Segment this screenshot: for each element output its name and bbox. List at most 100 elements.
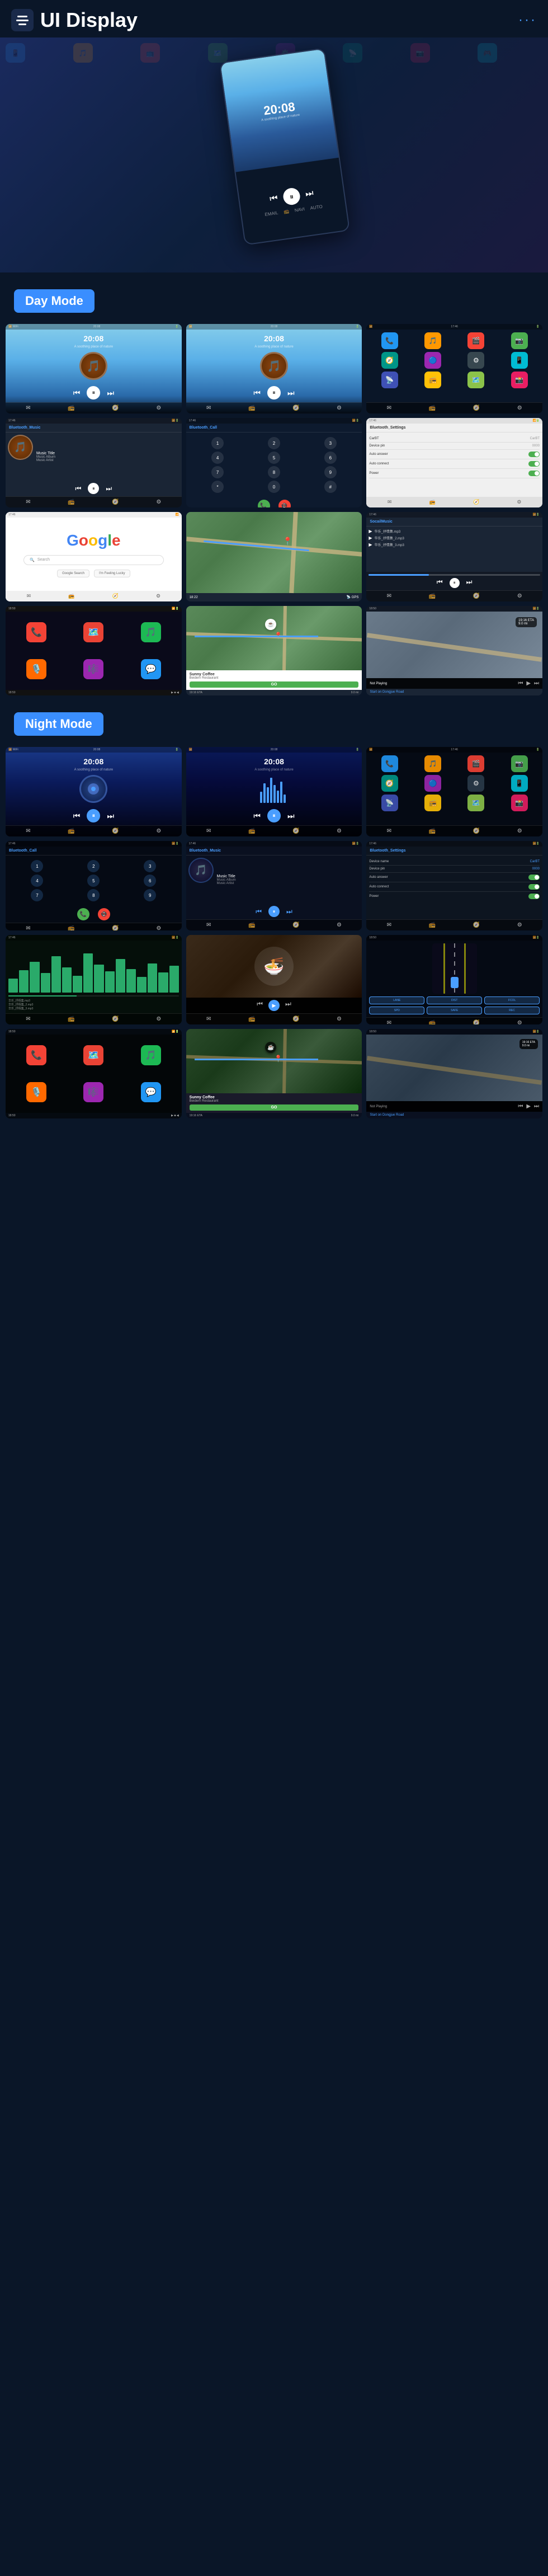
night-app-settings[interactable]: ⚙ — [467, 775, 484, 792]
dial-7[interactable]: 7 — [211, 466, 224, 478]
adas-btn-2[interactable]: DIST — [427, 996, 482, 1004]
night-bt-play[interactable]: ⏸ — [268, 906, 280, 917]
night-play-1[interactable]: ⏸ — [87, 809, 100, 822]
night-power-toggle[interactable] — [528, 894, 540, 899]
app-icon-bt[interactable]: 🔵 — [424, 352, 441, 369]
adas-btn-3[interactable]: FCOL — [484, 996, 540, 1004]
google-search-box[interactable]: 🔍 Search — [23, 555, 163, 565]
night-dial-6[interactable]: 6 — [144, 875, 156, 887]
night-media-play[interactable]: ▶ — [526, 1103, 531, 1110]
play-btn-1[interactable]: ⏸ — [87, 386, 100, 399]
app-icon-music[interactable]: 🎵 — [424, 332, 441, 349]
night-setting-auto-answer[interactable]: Auto answer — [369, 873, 540, 882]
local-next[interactable]: ⏭ — [466, 578, 473, 588]
night-app-camera[interactable]: 📸 — [511, 795, 528, 811]
night-auto-answer-toggle[interactable] — [528, 875, 540, 880]
local-play[interactable]: ⏸ — [450, 578, 460, 588]
night-end-btn[interactable]: 📵 — [98, 908, 110, 920]
local-music-item-3[interactable]: ▶ 华乐_抒情集_3.mp3 — [369, 542, 540, 547]
go-btn[interactable]: GO — [190, 681, 359, 688]
night-app-nav[interactable]: 🧭 — [381, 775, 398, 792]
prev-btn-1[interactable]: ⏮ — [73, 388, 81, 398]
google-search-btn[interactable]: Google Search — [57, 570, 89, 577]
night-setting-power[interactable]: Power — [369, 892, 540, 901]
local-music-item-2[interactable]: ▶ 华乐_抒情集_2.mp3 — [369, 535, 540, 540]
dial-star[interactable]: * — [211, 481, 224, 493]
night-answer-btn[interactable]: 📞 — [77, 908, 89, 920]
stream-next[interactable]: ⏭ — [285, 1000, 291, 1011]
app-icon-apps[interactable]: 📱 — [511, 352, 528, 369]
dial-8[interactable]: 8 — [268, 466, 280, 478]
night-dial-3[interactable]: 3 — [144, 860, 156, 872]
media-play[interactable]: ▶ — [526, 680, 531, 687]
night-bt-next[interactable]: ⏭ — [286, 908, 292, 916]
night-app-photo[interactable]: 📷 — [511, 755, 528, 772]
dial-5[interactable]: 5 — [268, 452, 280, 464]
night-dial-7[interactable]: 7 — [31, 889, 43, 901]
carplay-podcast-icon[interactable]: 🎙️ — [26, 659, 46, 679]
power-toggle[interactable] — [528, 471, 540, 476]
night-setting-auto-connect[interactable]: Auto connect — [369, 882, 540, 892]
night-media-next[interactable]: ⏭ — [534, 1103, 539, 1110]
app-icon-photo[interactable]: 📷 — [511, 332, 528, 349]
night-auto-connect-toggle[interactable] — [528, 884, 540, 890]
night-next-1[interactable]: ⏭ — [107, 811, 114, 821]
night-go-btn[interactable]: GO — [190, 1104, 359, 1111]
night-app-video[interactable]: 🎬 — [467, 755, 484, 772]
auto-connect-toggle[interactable] — [528, 461, 540, 467]
night-dial-9[interactable]: 9 — [144, 889, 156, 901]
night-carplay-spotify[interactable]: 🎵 — [141, 1045, 161, 1065]
dial-hash[interactable]: # — [324, 481, 337, 493]
night-prev-1[interactable]: ⏮ — [73, 811, 81, 821]
call-answer-btn[interactable]: 📞 — [258, 500, 270, 507]
night-carplay-maps[interactable]: 🗺️ — [83, 1045, 103, 1065]
setting-auto-answer[interactable]: Auto answer — [369, 450, 540, 459]
carplay-messages[interactable]: 💬 — [141, 659, 161, 679]
night-app-maps[interactable]: 🗺️ — [467, 795, 484, 811]
night-dial-2[interactable]: 2 — [87, 860, 100, 872]
local-music-item-1[interactable]: ▶ 华乐_抒情集.mp3 — [369, 529, 540, 534]
auto-answer-toggle[interactable] — [528, 452, 540, 457]
night-app-bt[interactable]: 🔵 — [424, 775, 441, 792]
night-app-phone[interactable]: 📞 — [381, 755, 398, 772]
dial-3[interactable]: 3 — [324, 437, 337, 449]
app-icon-phone[interactable]: 📞 — [381, 332, 398, 349]
dial-2[interactable]: 2 — [268, 437, 280, 449]
play-btn-2[interactable]: ⏸ — [267, 386, 281, 399]
night-app-music[interactable]: 🎵 — [424, 755, 441, 772]
more-icon[interactable]: ··· — [518, 12, 537, 28]
night-carplay-messages[interactable]: 💬 — [141, 1082, 161, 1102]
app-icon-camera[interactable]: 📸 — [511, 372, 528, 388]
prev-btn-2[interactable]: ⏮ — [253, 388, 261, 398]
app-icon-wifi[interactable]: 📡 — [381, 372, 398, 388]
night-carplay-music[interactable]: 🎼 — [83, 1082, 103, 1102]
night-dial-1[interactable]: 1 — [31, 860, 43, 872]
carplay-maps-icon[interactable]: 🗺️ — [83, 622, 103, 642]
media-prev[interactable]: ⏮ — [518, 680, 523, 687]
adas-btn-4[interactable]: SPD — [369, 1007, 424, 1014]
setting-power[interactable]: Power — [369, 469, 540, 478]
google-lucky-btn[interactable]: I'm Feeling Lucky — [94, 570, 130, 577]
dial-0[interactable]: 0 — [268, 481, 280, 493]
dial-4[interactable]: 4 — [211, 452, 224, 464]
night-next-2[interactable]: ⏭ — [287, 811, 295, 821]
night-app-apps[interactable]: 📱 — [511, 775, 528, 792]
hero-play-btn[interactable]: ⏸ — [282, 187, 301, 206]
night-app-radio[interactable]: 📻 — [424, 795, 441, 811]
call-end-btn[interactable]: 📵 — [278, 500, 291, 507]
night-bt-prev[interactable]: ⏮ — [256, 908, 262, 916]
app-icon-settings[interactable]: ⚙ — [467, 352, 484, 369]
next-btn-2[interactable]: ⏭ — [287, 388, 295, 398]
app-icon-maps[interactable]: 🗺️ — [467, 372, 484, 388]
night-dial-8[interactable]: 8 — [87, 889, 100, 901]
local-prev[interactable]: ⏮ — [437, 578, 443, 588]
night-dial-4[interactable]: 4 — [31, 875, 43, 887]
dial-9[interactable]: 9 — [324, 466, 337, 478]
dial-1[interactable]: 1 — [211, 437, 224, 449]
carplay-spotify-icon[interactable]: 🎵 — [141, 622, 161, 642]
night-carplay-phone[interactable]: 📞 — [26, 1045, 46, 1065]
app-icon-video[interactable]: 🎬 — [467, 332, 484, 349]
stream-play[interactable]: ▶ — [268, 1000, 280, 1011]
night-prev-2[interactable]: ⏮ — [253, 811, 261, 821]
bt-prev-btn[interactable]: ⏮ — [75, 485, 82, 493]
